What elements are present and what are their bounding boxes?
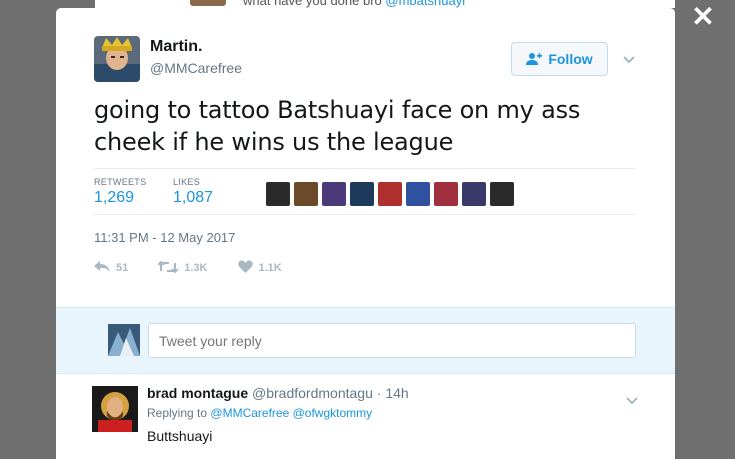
tweet-modal: Martin. @MMCarefree Follow going to tatt… xyxy=(56,8,675,459)
liker-avatar[interactable] xyxy=(434,182,458,206)
replying-to-mention-2[interactable]: @ofwgktommy xyxy=(293,406,373,420)
reply-action[interactable]: 51 xyxy=(94,260,129,276)
follow-button[interactable]: Follow xyxy=(511,42,608,76)
background-tweet-avatar xyxy=(190,0,226,6)
retweet-count: 1.3K xyxy=(184,262,208,274)
reply-separator: · xyxy=(376,385,382,401)
reply-author-name[interactable]: brad montague xyxy=(147,385,248,401)
follow-button-label: Follow xyxy=(548,51,593,67)
tweet-stats: RETWEETS 1,269 LIKES 1,087 xyxy=(94,168,636,215)
add-user-icon xyxy=(526,52,543,66)
retweet-action[interactable]: 1.3K xyxy=(157,260,208,276)
reply-author-avatar[interactable] xyxy=(92,386,138,432)
retweets-count: 1,269 xyxy=(94,189,135,206)
like-count: 1.1K xyxy=(258,262,282,274)
retweet-icon xyxy=(157,260,179,276)
tweet-timestamp[interactable]: 11:31 PM - 12 May 2017 xyxy=(94,230,235,245)
liker-avatar[interactable] xyxy=(294,182,318,206)
author-avatar[interactable] xyxy=(94,36,140,82)
author-name[interactable]: Martin. xyxy=(150,38,202,56)
background-tweet: what have you done bro @mbatshuayi xyxy=(95,0,675,8)
replying-to-line: Replying to @MMCarefree @ofwgktommy xyxy=(147,406,372,420)
background-mention-link[interactable]: @mbatshuayi xyxy=(385,0,465,8)
retweets-stat[interactable]: RETWEETS 1,269 xyxy=(94,177,146,207)
reply-count: 51 xyxy=(116,262,129,274)
reply-author-line: brad montague @bradfordmontagu · 14h xyxy=(147,385,409,401)
current-user-avatar xyxy=(108,324,140,356)
background-tweet-text: what have you done bro @mbatshuayi xyxy=(243,0,465,8)
reply-time[interactable]: 14h xyxy=(385,385,408,401)
liker-avatar[interactable] xyxy=(406,182,430,206)
replying-to-mention-1[interactable]: @MMCarefree xyxy=(210,406,289,420)
reply-author-handle[interactable]: @bradfordmontagu xyxy=(252,385,373,401)
reply-composer xyxy=(56,307,675,374)
close-icon[interactable]: ✕ xyxy=(691,3,715,31)
liker-avatar[interactable] xyxy=(350,182,374,206)
reply-tweet[interactable]: brad montague @bradfordmontagu · 14h Rep… xyxy=(56,374,675,459)
author-handle[interactable]: @MMCarefree xyxy=(150,60,242,76)
reply-input[interactable] xyxy=(148,323,636,358)
liker-avatar[interactable] xyxy=(266,182,290,206)
liker-avatar[interactable] xyxy=(490,182,514,206)
reply-text: Buttshuayi xyxy=(147,428,213,444)
liker-avatars xyxy=(266,182,514,206)
chevron-down-icon[interactable] xyxy=(625,393,639,405)
reply-icon xyxy=(94,260,110,276)
liker-avatar[interactable] xyxy=(378,182,402,206)
likes-stat[interactable]: LIKES 1,087 xyxy=(173,177,213,207)
replying-to-label: Replying to xyxy=(147,406,208,420)
heart-icon xyxy=(237,260,253,276)
likes-count: 1,087 xyxy=(173,189,214,206)
chevron-down-icon[interactable] xyxy=(622,52,636,64)
tweet-text: going to tattoo Batshuayi face on my ass… xyxy=(94,96,581,156)
like-action[interactable]: 1.1K xyxy=(237,260,282,276)
liker-avatar[interactable] xyxy=(322,182,346,206)
tweet-actions: 51 1.3K 1.1K xyxy=(94,260,312,276)
retweets-label: RETWEETS xyxy=(94,177,147,187)
likes-label: LIKES xyxy=(173,177,201,187)
permalink-tweet: Martin. @MMCarefree Follow going to tatt… xyxy=(56,8,675,307)
liker-avatar[interactable] xyxy=(462,182,486,206)
